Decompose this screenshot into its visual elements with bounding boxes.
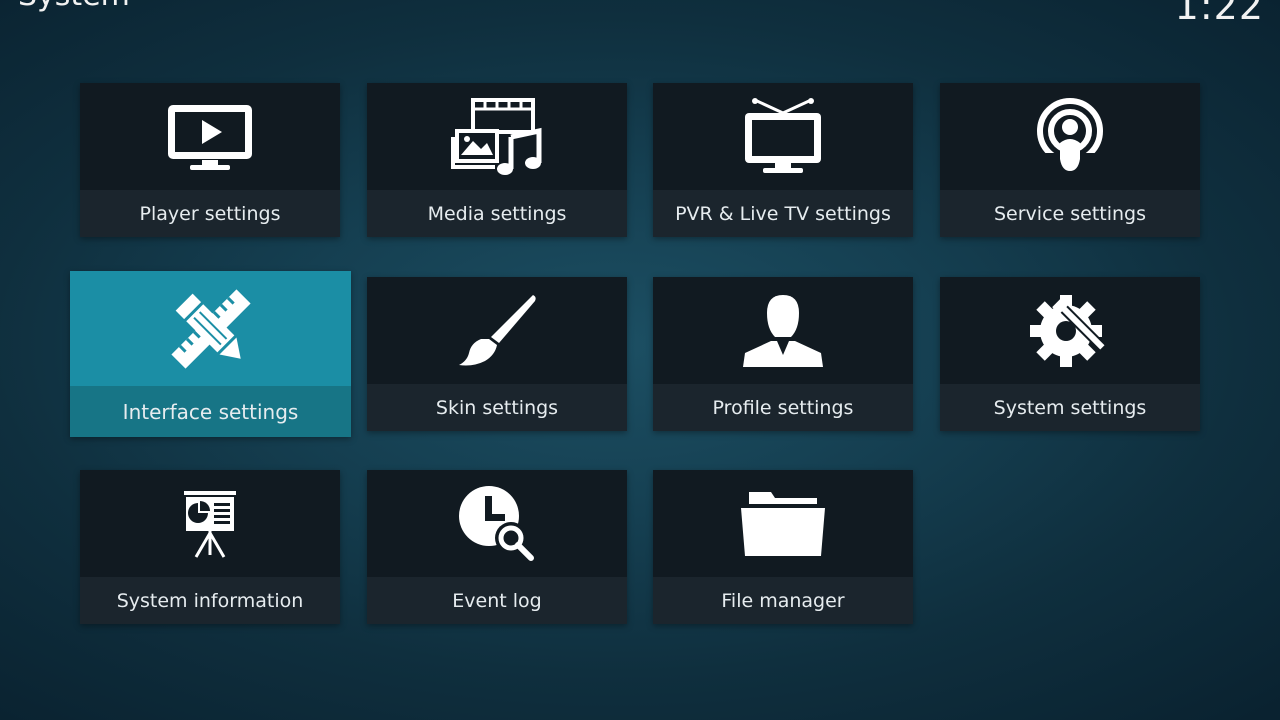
tile-system-settings[interactable]: System settings xyxy=(940,277,1200,431)
user-icon xyxy=(743,294,823,367)
tile-label: File manager xyxy=(653,577,913,624)
tile-media-settings[interactable]: Media settings xyxy=(367,83,627,237)
presentation-board-icon xyxy=(184,490,236,558)
tile-profile-settings[interactable]: Profile settings xyxy=(653,277,913,431)
tile-label: Event log xyxy=(367,577,627,624)
tile-service-settings[interactable]: Service settings xyxy=(940,83,1200,237)
tile-system-information[interactable]: System information xyxy=(80,470,340,624)
tv-antenna-icon xyxy=(745,97,821,173)
tile-event-log[interactable]: Event log xyxy=(367,470,627,624)
tile-label: PVR & Live TV settings xyxy=(653,190,913,237)
media-icon xyxy=(451,97,542,175)
tile-label: System settings xyxy=(940,384,1200,431)
tile-label: Interface settings xyxy=(70,386,351,437)
monitor-play-icon xyxy=(168,104,252,170)
pencil-ruler-icon xyxy=(170,288,251,369)
tile-label: Skin settings xyxy=(367,384,627,431)
tile-player-settings[interactable]: Player settings xyxy=(80,83,340,237)
settings-grid: Player settings Media settings PVR & Liv… xyxy=(0,0,1280,720)
tile-label: Media settings xyxy=(367,190,627,237)
tile-skin-settings[interactable]: Skin settings xyxy=(367,277,627,431)
tile-file-manager[interactable]: File manager xyxy=(653,470,913,624)
tile-label: Service settings xyxy=(940,190,1200,237)
tile-interface-settings[interactable]: Interface settings xyxy=(70,271,351,437)
broadcast-icon xyxy=(1036,97,1104,177)
tile-label: Profile settings xyxy=(653,384,913,431)
tile-label: System information xyxy=(80,577,340,624)
tile-label: Player settings xyxy=(80,190,340,237)
clock-search-icon xyxy=(459,485,534,561)
paintbrush-icon xyxy=(459,294,536,365)
gear-wrench-icon xyxy=(1030,294,1108,367)
folder-icon xyxy=(741,491,825,556)
tile-pvr-live-tv-settings[interactable]: PVR & Live TV settings xyxy=(653,83,913,237)
